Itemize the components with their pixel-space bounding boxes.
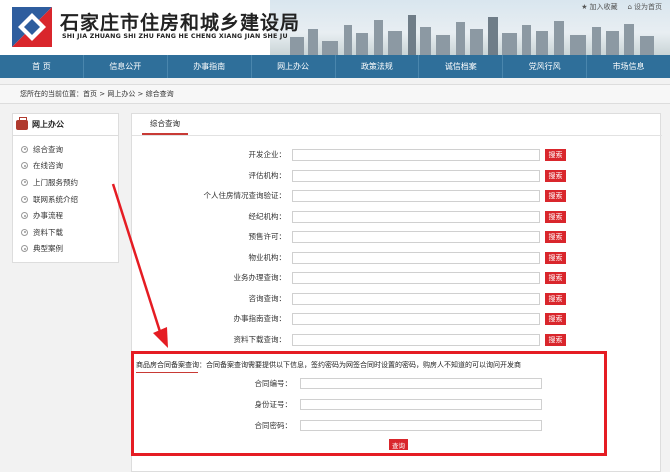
bullet-icon xyxy=(21,212,28,220)
highlight-box xyxy=(131,351,607,456)
query-label: 咨询查询： xyxy=(248,293,287,303)
sidebar-title: 网上办公 xyxy=(32,120,64,129)
query-label: 个人住房情况查询验证： xyxy=(203,191,287,200)
query-row-housing-verify: 个人住房情况查询验证： 搜索 xyxy=(132,189,662,203)
appraisal-input[interactable] xyxy=(292,169,540,182)
set-homepage-link[interactable]: ⌂ 设为首页 xyxy=(628,2,662,12)
business-input[interactable] xyxy=(292,272,540,284)
tab-divider xyxy=(132,135,662,136)
search-button[interactable]: 搜索 xyxy=(545,333,566,346)
query-row-business: 业务办理查询： 搜索 xyxy=(132,271,662,285)
sidebar-header: 网上办公 xyxy=(13,114,118,136)
search-button[interactable]: 搜索 xyxy=(545,190,566,202)
search-button[interactable]: 搜索 xyxy=(545,210,566,223)
query-row-property: 物业机构： 搜索 xyxy=(132,251,662,265)
sidebar-item-network-system[interactable]: 联网系统介绍 xyxy=(21,191,118,208)
header-tools: ★ 加入收藏 ⌂ 设为首页 xyxy=(581,2,662,12)
sidebar-item-online-consult[interactable]: 在线咨询 xyxy=(21,158,118,175)
home-icon: ⌂ xyxy=(627,3,632,11)
nav-item-market[interactable]: 市场信息 xyxy=(587,55,670,78)
sidebar-list: 综合查询 在线咨询 上门服务预约 联网系统介绍 办事流程 资料下载 典型案例 xyxy=(13,136,118,257)
query-row-broker: 经纪机构： 搜索 xyxy=(132,210,662,224)
property-input[interactable] xyxy=(292,251,540,264)
query-row-download: 资料下载查询： 搜索 xyxy=(132,333,662,347)
nav-item-policy[interactable]: 政策法规 xyxy=(336,55,420,78)
bullet-icon xyxy=(21,145,28,153)
site-header: 石家庄市住房和城乡建设局 SHI JIA ZHUANG SHI ZHU FANG… xyxy=(0,0,670,55)
broker-input[interactable] xyxy=(292,210,540,223)
bullet-icon xyxy=(21,195,28,203)
nav-item-party[interactable]: 党风行风 xyxy=(503,55,588,78)
nav-item-guide[interactable]: 办事指南 xyxy=(168,55,252,78)
main-nav: 首 页 信息公开 办事指南 网上办公 政策法规 诚信档案 党风行风 市场信息 xyxy=(0,55,670,78)
tab-comprehensive-query[interactable]: 综合查询 xyxy=(142,114,188,135)
breadcrumb: 您所在的当前位置：首页 > 网上办公 > 综合查询 xyxy=(0,84,670,104)
query-row-guide: 办事指南查询： 搜索 xyxy=(132,312,662,326)
search-button[interactable]: 搜索 xyxy=(545,272,566,284)
sidebar-item-appointment[interactable]: 上门服务预约 xyxy=(21,174,118,191)
nav-item-info[interactable]: 信息公开 xyxy=(84,55,168,78)
sidebar: 网上办公 综合查询 在线咨询 上门服务预约 联网系统介绍 办事流程 资料下载 典… xyxy=(12,113,119,263)
query-row-consult: 咨询查询： 搜索 xyxy=(132,292,662,306)
presale-input[interactable] xyxy=(292,231,540,243)
query-label: 业务办理查询： xyxy=(233,273,287,282)
query-row-presale: 预售许可： 搜索 xyxy=(132,230,662,244)
bullet-icon xyxy=(21,178,28,186)
query-label: 经纪机构： xyxy=(248,211,287,221)
bullet-icon xyxy=(21,162,28,170)
query-label: 开发企业： xyxy=(248,150,287,159)
query-label: 物业机构： xyxy=(248,252,287,262)
developer-input[interactable] xyxy=(292,149,540,161)
search-button[interactable]: 搜索 xyxy=(545,251,566,264)
sidebar-item-cases[interactable]: 典型案例 xyxy=(21,241,118,258)
nav-item-credit[interactable]: 诚信档案 xyxy=(419,55,504,78)
add-favorite-link[interactable]: ★ 加入收藏 xyxy=(581,2,617,12)
query-label: 资料下载查询： xyxy=(233,334,287,344)
site-title: 石家庄市住房和城乡建设局 xyxy=(60,12,301,34)
sidebar-item-downloads[interactable]: 资料下载 xyxy=(21,224,118,241)
query-label: 评估机构： xyxy=(248,170,287,180)
star-icon: ★ xyxy=(581,3,588,11)
guide-input[interactable] xyxy=(292,313,540,325)
search-button[interactable]: 搜索 xyxy=(545,313,566,325)
query-label: 预售许可： xyxy=(248,232,287,241)
consult-input[interactable] xyxy=(292,292,540,305)
search-button[interactable]: 搜索 xyxy=(545,149,566,161)
bullet-icon xyxy=(21,245,28,253)
search-button[interactable]: 搜索 xyxy=(545,292,566,305)
briefcase-icon xyxy=(16,116,28,130)
query-label: 办事指南查询： xyxy=(233,314,287,323)
bullet-icon xyxy=(21,228,28,236)
nav-item-home[interactable]: 首 页 xyxy=(0,55,84,78)
query-row-developer: 开发企业： 搜索 xyxy=(132,148,662,162)
nav-item-online-office[interactable]: 网上办公 xyxy=(252,55,336,78)
site-subtitle: SHI JIA ZHUANG SHI ZHU FANG HE CHENG XIA… xyxy=(62,33,288,40)
search-button[interactable]: 搜索 xyxy=(545,231,566,243)
housing-verify-input[interactable] xyxy=(292,190,540,202)
query-row-appraisal: 评估机构： 搜索 xyxy=(132,169,662,183)
sidebar-item-process[interactable]: 办事流程 xyxy=(21,207,118,224)
site-logo[interactable] xyxy=(10,5,54,49)
search-button[interactable]: 搜索 xyxy=(545,169,566,182)
sidebar-item-comprehensive-query[interactable]: 综合查询 xyxy=(21,141,118,158)
download-input[interactable] xyxy=(292,333,540,346)
